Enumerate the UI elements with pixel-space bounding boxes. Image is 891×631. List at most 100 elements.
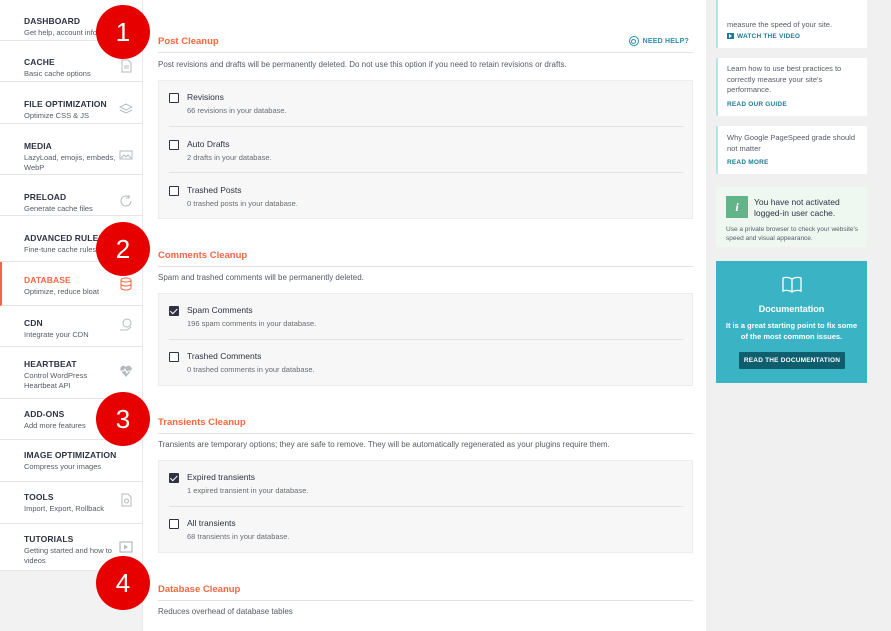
- option-label: Expired transients: [187, 472, 256, 482]
- trashed-comments-checkbox[interactable]: [169, 352, 179, 362]
- section-title-database-cleanup: Database Cleanup: [158, 584, 241, 595]
- section-title-post-cleanup: Post Cleanup: [158, 36, 219, 47]
- sidebar-item-desc: Compress your images: [24, 462, 102, 471]
- sidebar-item-desc: Optimize CSS & JS: [24, 111, 90, 120]
- section-divider: [158, 266, 693, 267]
- option-sub: 196 spam comments in your database.: [187, 319, 317, 328]
- info-icon: i: [726, 196, 748, 218]
- callout-3: 3: [96, 392, 150, 446]
- tip-text: measure the speed of your site.: [727, 20, 833, 29]
- transients-cleanup-panel: Expired transients 1 expired transient i…: [158, 460, 693, 553]
- option-sub: 66 revisions in your database.: [187, 106, 287, 115]
- heartbeat-icon: [120, 365, 132, 377]
- post-cleanup-panel: Revisions 66 revisions in your database.…: [158, 80, 693, 219]
- trashed-posts-checkbox[interactable]: [169, 186, 179, 196]
- option-sub: 0 trashed posts in your database.: [187, 199, 298, 208]
- section-divider: [158, 52, 693, 53]
- sidebar-item-title: IMAGE OPTIMIZATION: [24, 450, 117, 460]
- refresh-icon: [120, 195, 132, 207]
- need-help-label: NEED HELP?: [642, 37, 689, 45]
- option-divider: [169, 506, 684, 507]
- main-content: NEED HELP? Post Cleanup Post revisions a…: [143, 0, 706, 631]
- tip-card-guide: Learn how to use best practices to corre…: [716, 58, 867, 116]
- option-sub: 2 drafts in your database.: [187, 153, 272, 162]
- sidebar-item-cdn[interactable]: CDN Integrate your CDN: [0, 306, 142, 347]
- layers-icon: [119, 103, 133, 114]
- section-title-comments-cleanup: Comments Cleanup: [158, 250, 248, 261]
- user-cache-notice: i You have not activated logged-in user …: [716, 187, 867, 247]
- revisions-checkbox[interactable]: [169, 93, 179, 103]
- watch-video-link[interactable]: WATCH THE VIDEO: [727, 33, 859, 40]
- notice-title: You have not activated logged-in user ca…: [754, 197, 840, 218]
- expired-transients-checkbox[interactable]: [169, 473, 179, 483]
- option-label: Trashed Comments: [187, 351, 262, 361]
- sidebar-item-title: MEDIA: [24, 141, 52, 151]
- book-icon: [782, 276, 802, 293]
- option-sub: 68 transients in your database.: [187, 532, 290, 541]
- tip-text: Learn how to use best practices to corre…: [727, 64, 842, 94]
- sidebar: DASHBOARD Get help, account info CACHE B…: [0, 0, 143, 631]
- callout-1: 1: [96, 5, 150, 59]
- option-divider: [169, 339, 684, 340]
- option-label: Spam Comments: [187, 305, 253, 315]
- sidebar-item-title: DATABASE: [24, 275, 71, 285]
- sidebar-item-title: CACHE: [24, 57, 55, 67]
- option-label: All transients: [187, 518, 236, 528]
- need-help-link[interactable]: NEED HELP?: [628, 36, 689, 46]
- tip-text: Why Google PageSpeed grade should not ma…: [727, 133, 856, 153]
- option-divider: [169, 172, 684, 173]
- option-sub: 0 trashed comments in your database.: [187, 365, 315, 374]
- sidebar-item-desc: Basic cache options: [24, 69, 91, 78]
- all-transients-checkbox[interactable]: [169, 519, 179, 529]
- documentation-text: It is a great starting point to fix some…: [725, 321, 858, 341]
- option-divider: [169, 126, 684, 127]
- auto-drafts-checkbox[interactable]: [169, 140, 179, 150]
- option-label: Trashed Posts: [187, 185, 242, 195]
- video-icon: [119, 541, 133, 553]
- read-more-link[interactable]: READ MORE: [727, 159, 859, 166]
- tip-card-video: measure the speed of your site. WATCH TH…: [716, 0, 867, 48]
- section-desc: Transients are temporary options; they a…: [158, 440, 610, 449]
- section-desc: Reduces overhead of database tables: [158, 607, 293, 616]
- documentation-title: Documentation: [758, 304, 825, 314]
- sidebar-item-desc: Integrate your CDN: [24, 330, 89, 339]
- callout-4: 4: [96, 556, 150, 610]
- page-icon: [121, 59, 132, 73]
- section-divider: [158, 433, 693, 434]
- link-label: WATCH THE VIDEO: [737, 32, 801, 40]
- section-desc: Post revisions and drafts will be perman…: [158, 60, 567, 69]
- lifebuoy-icon: [628, 36, 639, 46]
- documentation-box: Documentation It is a great starting poi…: [716, 261, 867, 383]
- tools-icon: [121, 493, 132, 507]
- right-sidebar: measure the speed of your site. WATCH TH…: [706, 0, 891, 631]
- database-icon: [120, 277, 132, 291]
- sidebar-item-media[interactable]: MEDIA LazyLoad, emojis, embeds, WebP: [0, 124, 142, 175]
- sidebar-item-title: TUTORIALS: [24, 534, 74, 544]
- sidebar-item-title: TOOLS: [24, 492, 54, 502]
- read-guide-link[interactable]: READ OUR GUIDE: [727, 101, 859, 108]
- tip-card-pagespeed: Why Google PageSpeed grade should not ma…: [716, 126, 867, 174]
- image-icon: [119, 150, 133, 160]
- section-title-transients-cleanup: Transients Cleanup: [158, 417, 246, 428]
- spam-comments-checkbox[interactable]: [169, 306, 179, 316]
- sidebar-item-preload[interactable]: PRELOAD Generate cache files: [0, 175, 142, 216]
- sidebar-item-desc: Getting started and how to videos: [24, 546, 112, 565]
- sidebar-item-title: HEARTBEAT: [24, 359, 77, 369]
- sidebar-item-title: PRELOAD: [24, 192, 67, 202]
- sidebar-item-desc: Optimize, reduce bloat: [24, 287, 100, 296]
- notice-sub: Use a private browser to check your webs…: [726, 226, 859, 242]
- option-label: Revisions: [187, 92, 224, 102]
- callout-2: 2: [96, 222, 150, 276]
- section-desc: Spam and trashed comments will be perman…: [158, 273, 364, 282]
- play-icon: [727, 33, 734, 39]
- sidebar-item-image-optimization[interactable]: IMAGE OPTIMIZATION Compress your images: [0, 440, 142, 482]
- read-documentation-button[interactable]: READ THE DOCUMENTATION: [739, 352, 845, 369]
- sidebar-item-desc: LazyLoad, emojis, embeds, WebP: [24, 153, 116, 172]
- comments-cleanup-panel: Spam Comments 196 spam comments in your …: [158, 293, 693, 386]
- sidebar-item-title: CDN: [24, 318, 43, 328]
- option-sub: 1 expired transient in your database.: [187, 486, 309, 495]
- section-divider: [158, 600, 693, 601]
- sidebar-item-tools[interactable]: TOOLS Import, Export, Rollback: [0, 482, 142, 524]
- sidebar-item-file-optimization[interactable]: FILE OPTIMIZATION Optimize CSS & JS: [0, 82, 142, 124]
- sidebar-item-desc: Import, Export, Rollback: [24, 504, 105, 513]
